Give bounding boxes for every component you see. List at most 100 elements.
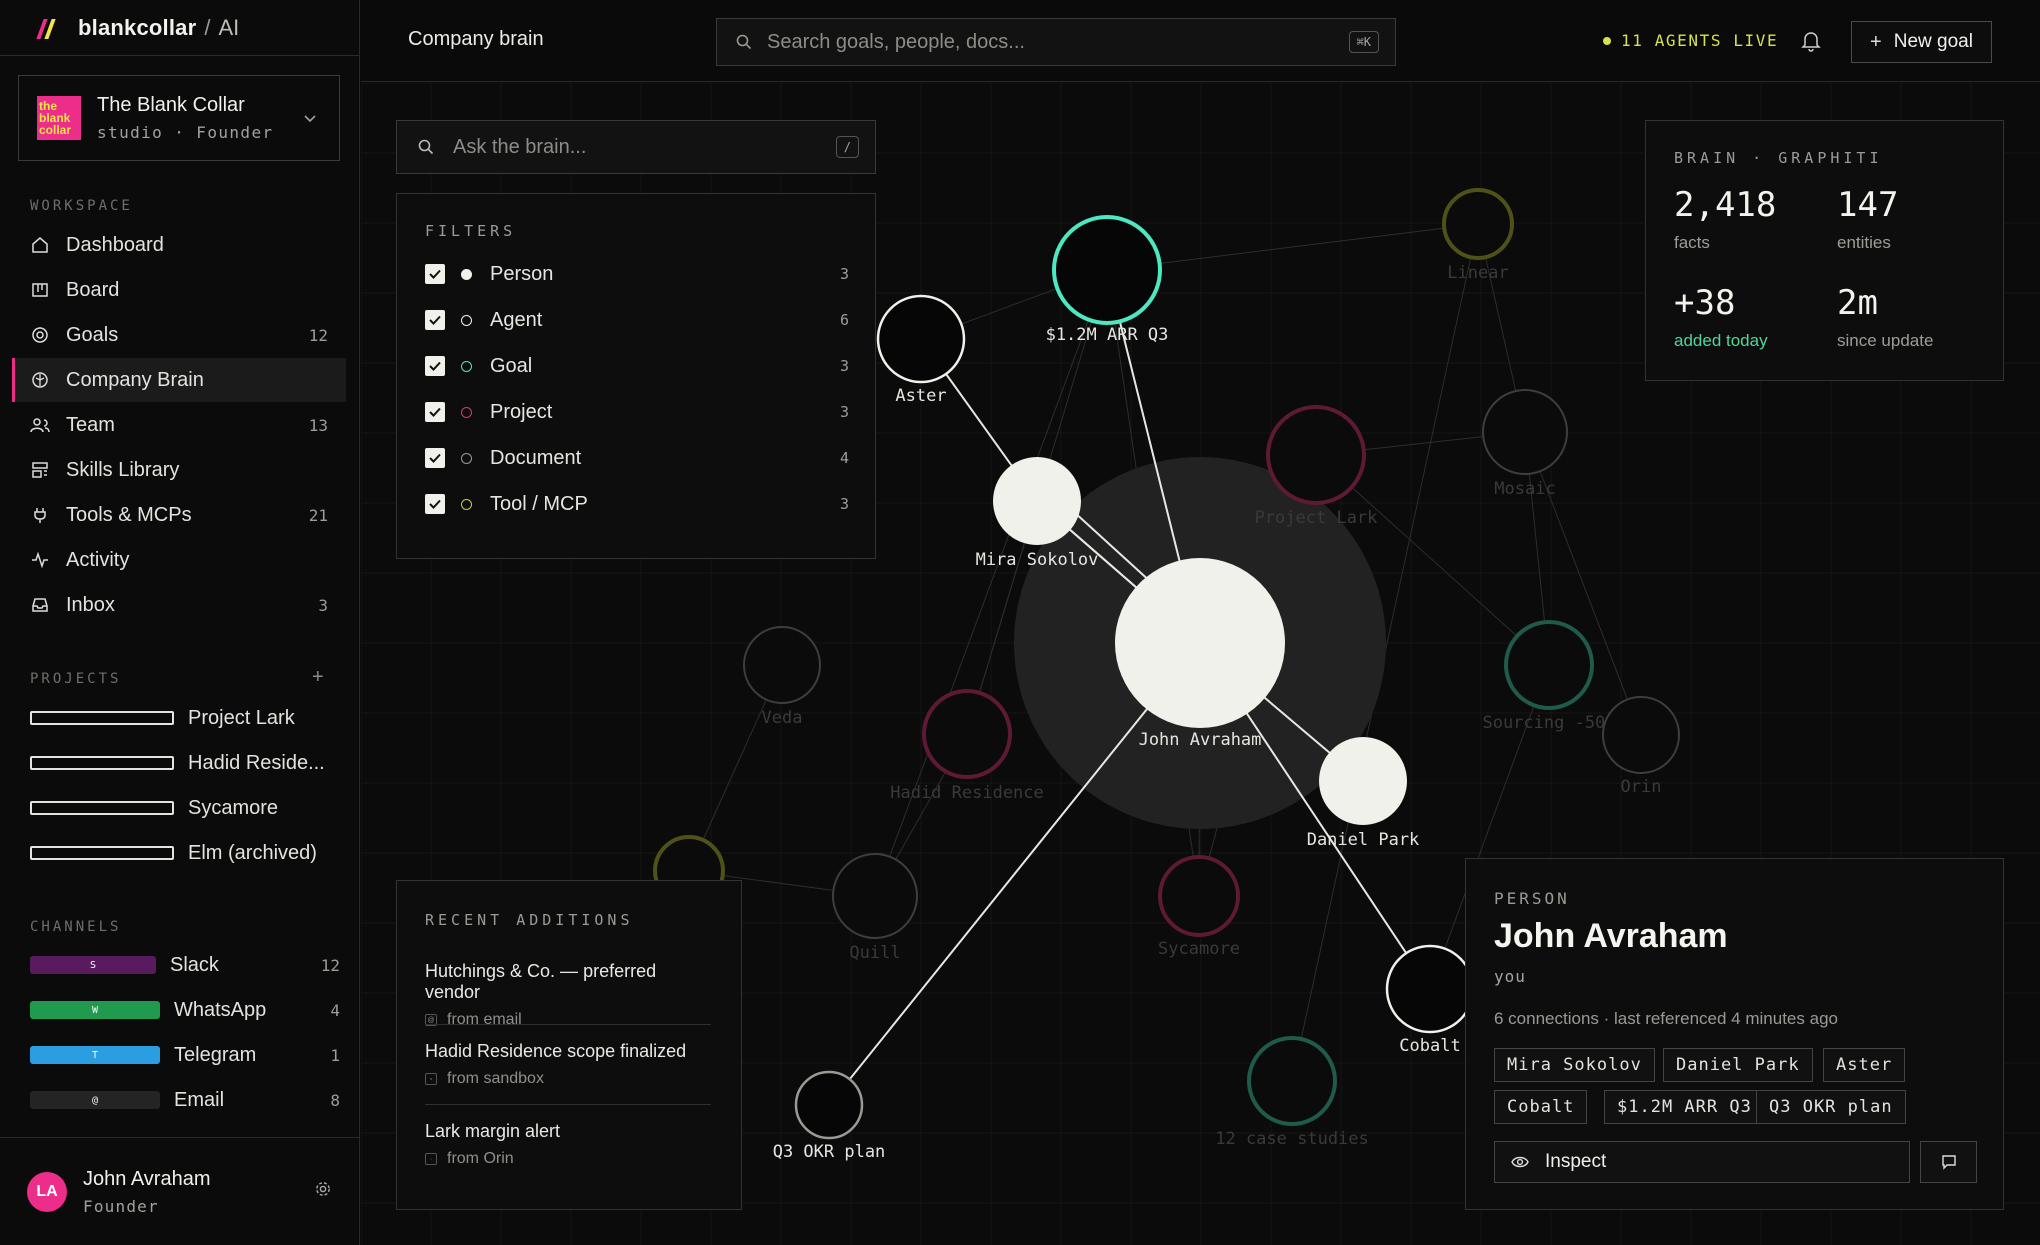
connection-chip[interactable]: Mira Sokolov: [1494, 1048, 1655, 1082]
workspace-logo: the blank collar: [37, 96, 81, 140]
nav-activity[interactable]: Activity: [12, 538, 346, 582]
comment-button[interactable]: [1920, 1141, 1977, 1183]
add-project-button[interactable]: +: [312, 666, 324, 689]
brain-graph-canvas[interactable]: John Avraham Mira Sokolov Daniel Park Aster…: [361, 83, 2040, 1245]
project-item-sycamore[interactable]: Sycamore: [30, 788, 278, 828]
filter-person[interactable]: Person 3: [425, 256, 849, 292]
channel-slack[interactable]: S Slack 12: [30, 945, 340, 985]
connection-chip[interactable]: Daniel Park: [1663, 1048, 1813, 1082]
channel-email[interactable]: @ Email 8: [30, 1080, 340, 1120]
connection-chip[interactable]: Q3 OKR plan: [1756, 1090, 1906, 1124]
type-dot-icon: [461, 498, 472, 510]
checkbox[interactable]: [425, 264, 445, 284]
faint-edge: [1106, 223, 1479, 271]
filter-label: Goal: [490, 354, 533, 377]
avatar[interactable]: LA: [27, 1171, 67, 1212]
global-search[interactable]: ⌘K: [716, 18, 1396, 66]
filter-count: 3: [839, 403, 849, 421]
node-arr[interactable]: $1.2M ARR Q3: [1046, 215, 1169, 345]
agents-live-indicator[interactable]: 11 AGENTS LIVE: [1603, 31, 1778, 50]
node-mosaic[interactable]: Mosaic: [1482, 389, 1568, 499]
team-icon: [30, 415, 50, 435]
nav-board[interactable]: Board: [12, 268, 346, 312]
whatsapp-icon: W: [30, 1001, 160, 1019]
node-circle-arr: [1052, 215, 1162, 325]
filter-project[interactable]: Project 3: [425, 394, 849, 430]
gear-icon[interactable]: [314, 1180, 332, 1203]
node-lark[interactable]: Project Lark: [1255, 405, 1378, 528]
recent-item[interactable]: Hadid Residence scope finalized ▫ from sa…: [425, 1041, 711, 1088]
nav-inbox[interactable]: Inbox 3: [12, 583, 346, 627]
checkbox[interactable]: [425, 310, 445, 330]
nav-goals[interactable]: Goals 12: [12, 313, 346, 357]
node-okr[interactable]: Q3 OKR plan: [773, 1070, 886, 1162]
project-item-lark[interactable]: Project Lark: [30, 698, 295, 738]
node-linear[interactable]: Linear: [1442, 188, 1514, 283]
bell-icon[interactable]: [1801, 30, 1821, 57]
ask-brain-input[interactable]: [453, 135, 836, 159]
node-label-veda: Veda: [762, 708, 803, 728]
activity-icon: [30, 550, 50, 570]
checkbox[interactable]: [425, 494, 445, 514]
ask-shortcut-hint: /: [835, 136, 859, 158]
node-cobalt[interactable]: Cobalt: [1385, 944, 1475, 1056]
nav-label: Company Brain: [66, 368, 204, 391]
node-circle-lark: [1266, 405, 1366, 505]
node-circle-mosaic: [1482, 389, 1568, 475]
brain-stats-panel: BRAIN · GRAPHITI 2,418 facts 147 entitie…: [1645, 120, 2004, 381]
nav-dashboard[interactable]: Dashboard: [12, 223, 346, 267]
user-role: Founder: [83, 1196, 159, 1216]
node-orin[interactable]: Orin: [1602, 696, 1680, 797]
channel-label: WhatsApp: [174, 998, 267, 1021]
node-circle-okr: [794, 1070, 864, 1140]
checkbox[interactable]: [425, 448, 445, 468]
stat-label: facts: [1674, 233, 1710, 252]
type-dot-icon: [461, 406, 472, 418]
connection-chip[interactable]: Aster: [1823, 1048, 1906, 1082]
filter-tool-mcp[interactable]: Tool / MCP 3: [425, 486, 849, 522]
node-sycamore[interactable]: Sycamore: [1158, 855, 1240, 959]
recent-item[interactable]: Hutchings & Co. — preferred vendor @ from…: [425, 961, 711, 1029]
filter-agent[interactable]: Agent 6: [425, 302, 849, 338]
node-label-john: John Avraham: [1139, 730, 1262, 750]
stat-value: +38: [1674, 283, 1736, 323]
page-title: Company brain: [408, 28, 544, 50]
node-aster[interactable]: Aster: [876, 294, 966, 406]
checkbox[interactable]: [425, 402, 445, 422]
nav-skills-library[interactable]: Skills Library: [12, 448, 346, 492]
node-quill[interactable]: Quill: [832, 853, 918, 963]
node-cases[interactable]: 12 case studies: [1215, 1036, 1369, 1149]
filter-count: 3: [839, 495, 849, 513]
connection-chip[interactable]: $1.2M ARR Q3: [1604, 1090, 1765, 1124]
nav-tools-mcps[interactable]: Tools & MCPs 21: [12, 493, 346, 537]
node-circle-cobalt: [1385, 944, 1475, 1034]
nav-team[interactable]: Team 13: [12, 403, 346, 447]
stat-value: 147: [1837, 185, 1899, 225]
project-item-hadid[interactable]: Hadid Reside...: [30, 743, 325, 783]
search-input[interactable]: [767, 30, 1349, 54]
nav-company-brain[interactable]: Company Brain: [12, 358, 346, 402]
channel-telegram[interactable]: T Telegram 1: [30, 1035, 340, 1075]
channel-whatsapp[interactable]: W WhatsApp 4: [30, 990, 340, 1030]
recent-item[interactable]: Lark margin alert · from Orin: [425, 1121, 711, 1168]
workspace-switcher[interactable]: the blank collar The Blank Collar studio…: [18, 75, 340, 161]
user-footer: LA John Avraham Founder: [0, 1137, 360, 1245]
inspect-button[interactable]: Inspect: [1494, 1141, 1910, 1183]
node-label-lark: Project Lark: [1255, 508, 1378, 528]
checkbox[interactable]: [425, 356, 445, 376]
project-item-elm[interactable]: Elm (archived): [30, 833, 317, 873]
filter-goal[interactable]: Goal 3: [425, 348, 849, 384]
ask-brain-box[interactable]: /: [396, 120, 876, 174]
stat-label: since update: [1837, 331, 1934, 350]
node-hadid[interactable]: Hadid Residence: [890, 689, 1044, 803]
node-sourcing[interactable]: Sourcing -50%: [1482, 620, 1616, 733]
inspect-label: Inspect: [1545, 1151, 1607, 1172]
node-label-orin: Orin: [1621, 777, 1662, 797]
channel-count: 12: [320, 955, 340, 975]
brand-logo-icon: [36, 17, 60, 39]
node-label-sourcing: Sourcing -50%: [1482, 713, 1615, 733]
filter-document[interactable]: Document 4: [425, 440, 849, 476]
sidebar: blankcollar / AI the blank collar The Bl…: [0, 0, 360, 1245]
new-goal-button[interactable]: + New goal: [1851, 21, 1992, 63]
connection-chip[interactable]: Cobalt: [1494, 1090, 1588, 1124]
